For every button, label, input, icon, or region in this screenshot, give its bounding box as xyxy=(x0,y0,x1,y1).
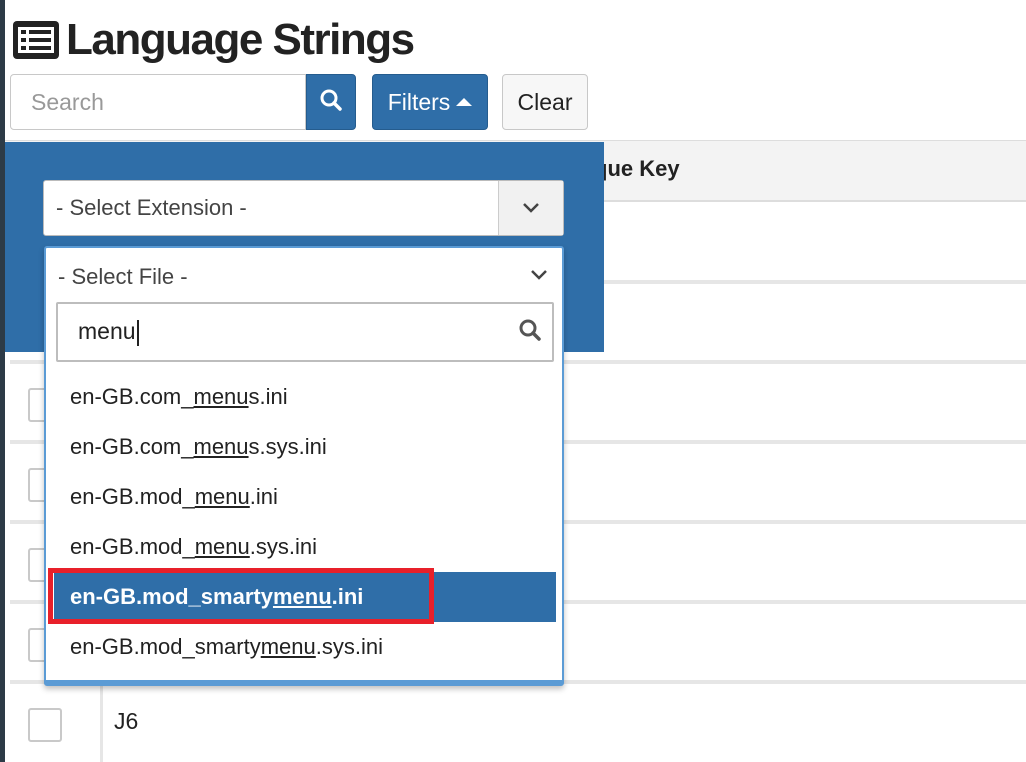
file-option-match: menu xyxy=(193,384,249,409)
clear-button[interactable]: Clear xyxy=(502,74,588,130)
file-option-prefix: en-GB.mod_ xyxy=(70,484,195,509)
file-option-prefix: en-GB.com_ xyxy=(70,384,194,409)
chevron-down-icon[interactable] xyxy=(498,181,563,235)
file-option-prefix: en-GB.mod_smarty xyxy=(70,634,261,659)
chevron-down-icon xyxy=(530,268,548,286)
text-cursor xyxy=(136,319,139,346)
file-option-match: menu xyxy=(260,634,316,659)
file-option-match: menu xyxy=(193,434,249,459)
file-select[interactable]: - Select File - xyxy=(58,262,548,292)
file-search-value: menu xyxy=(78,318,136,345)
page-title: Language Strings xyxy=(66,15,415,64)
file-option-suffix: s.sys.ini xyxy=(248,434,327,459)
list-icon xyxy=(12,20,60,60)
file-option-selected[interactable]: en-GB.mod_smarty menu .ini xyxy=(48,568,556,624)
file-option[interactable]: en-GB.com_ menu s.sys.ini xyxy=(54,422,556,472)
file-option-match: menu xyxy=(272,584,332,609)
caret-up-icon xyxy=(456,98,473,106)
file-select-label: - Select File - xyxy=(58,264,188,289)
search-icon xyxy=(319,88,343,117)
row-checkbox[interactable] xyxy=(28,708,62,742)
file-option-suffix: .sys.ini xyxy=(249,534,318,559)
file-search-input[interactable]: menu xyxy=(56,302,554,362)
file-option-prefix: en-GB.mod_smarty xyxy=(70,584,273,609)
file-options-list: en-GB.com_ menu s.ini en-GB.com_ menu s.sys.i… xyxy=(48,372,556,672)
file-option-suffix: .ini xyxy=(331,584,364,609)
file-option-prefix: en-GB.com_ xyxy=(70,434,194,459)
search-input[interactable] xyxy=(10,74,306,130)
file-option-match: menu xyxy=(194,534,250,559)
file-option[interactable]: en-GB.com_ menu s.ini xyxy=(54,372,556,422)
window-edge xyxy=(0,0,5,762)
file-option[interactable]: en-GB.mod_ menu .sys.ini xyxy=(54,522,556,572)
file-option-match: menu xyxy=(194,484,250,509)
filters-label: Filters xyxy=(387,88,451,115)
file-option[interactable]: en-GB.mod_ menu .ini xyxy=(54,472,556,522)
file-option-suffix: .sys.ini xyxy=(315,634,384,659)
file-option[interactable]: en-GB.mod_smarty menu .sys.ini xyxy=(54,622,556,672)
extension-select-label: - Select Extension - xyxy=(56,195,247,220)
filters-button[interactable]: Filters xyxy=(372,74,488,130)
search-icon xyxy=(518,318,542,347)
file-option-prefix: en-GB.mod_ xyxy=(70,534,195,559)
file-option-suffix: .ini xyxy=(249,484,278,509)
search-button[interactable] xyxy=(306,74,356,130)
table-cell-key: J6 xyxy=(114,708,139,734)
page-header: Language Strings xyxy=(12,12,415,68)
file-select-dropdown[interactable]: - Select File - menu en-GB.com_ menu s.ini… xyxy=(44,246,564,686)
extension-select[interactable]: - Select Extension - xyxy=(43,180,564,236)
column-header-key[interactable]: que Key xyxy=(594,156,680,182)
file-option-suffix: s.ini xyxy=(248,384,288,409)
